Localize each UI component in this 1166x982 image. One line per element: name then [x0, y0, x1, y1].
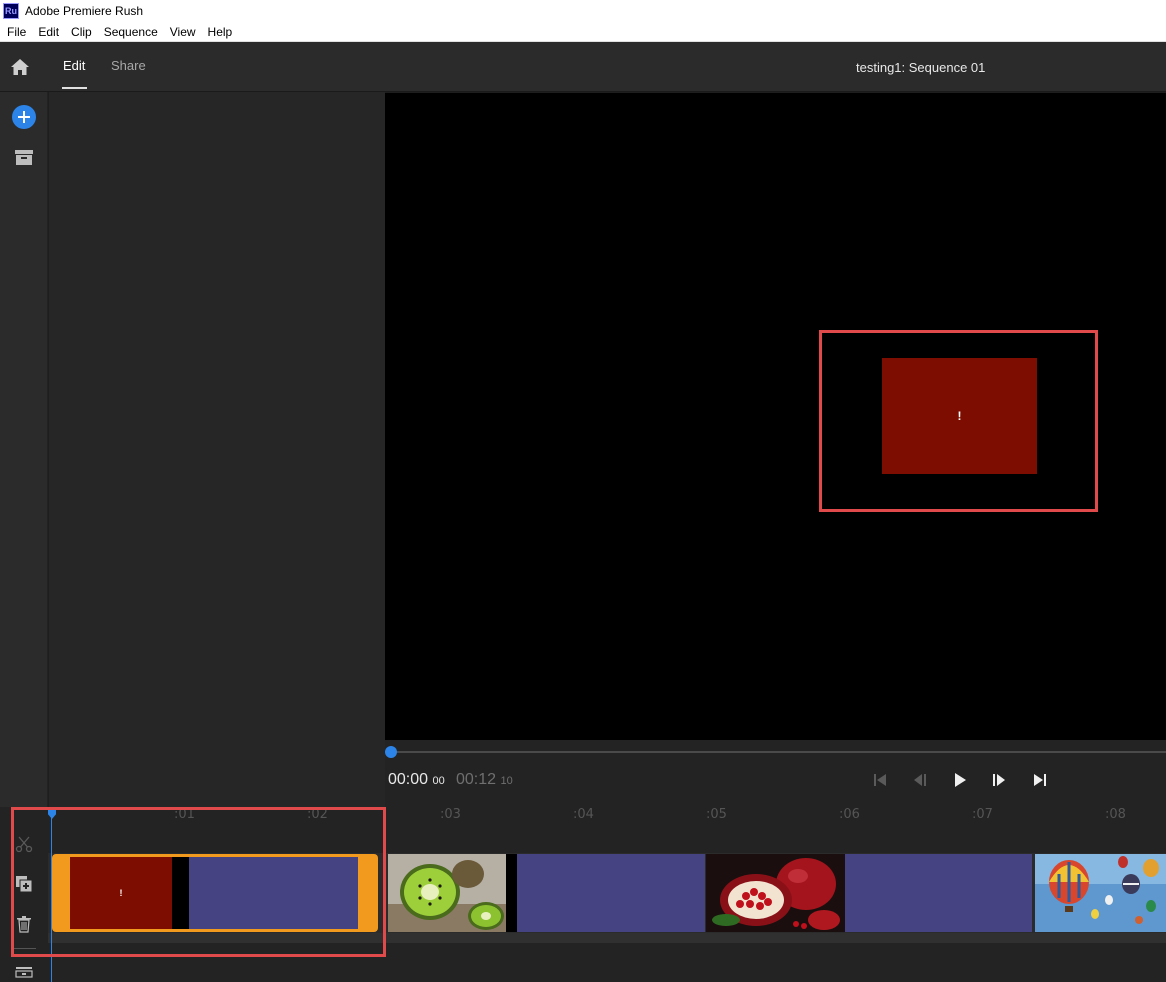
sequence-title: testing1: Sequence 01: [856, 60, 986, 75]
go-to-start-button[interactable]: [870, 771, 890, 789]
total-duration: 00:12 10: [456, 771, 513, 789]
tab-edit[interactable]: Edit: [63, 58, 85, 73]
menu-bar: File Edit Clip Sequence View Help: [0, 22, 1166, 42]
step-back-icon: [914, 774, 926, 786]
ruler-tick: :05: [706, 807, 727, 822]
track-options-button[interactable]: [14, 962, 34, 982]
menu-edit[interactable]: Edit: [33, 25, 64, 39]
total-duration-frames: 10: [500, 775, 513, 787]
tab-share[interactable]: Share: [111, 58, 146, 73]
go-to-end-button[interactable]: [1030, 771, 1050, 789]
track-options-icon: [15, 967, 33, 978]
step-forward-button[interactable]: [989, 771, 1009, 789]
window-title: Adobe Premiere Rush: [25, 4, 144, 18]
home-button[interactable]: [9, 57, 31, 77]
total-duration-value: 00:12: [456, 771, 497, 788]
timeline-clip-pomegranate[interactable]: [706, 854, 1032, 932]
step-forward-icon: [993, 774, 1005, 786]
menu-clip[interactable]: Clip: [66, 25, 97, 39]
pomegranate-thumbnail: [706, 854, 845, 932]
projects-button[interactable]: [14, 149, 34, 167]
menu-file[interactable]: File: [2, 25, 31, 39]
program-monitor[interactable]: !: [385, 93, 1166, 740]
current-timecode-frames: 00: [432, 775, 445, 787]
transport-bar: 00:00 00 00:12 10: [385, 740, 1166, 807]
ruler-tick: :04: [573, 807, 594, 822]
skip-to-start-icon: [874, 774, 886, 786]
highlight-box-timeline: [11, 807, 386, 957]
home-icon: [11, 59, 29, 75]
current-timecode: 00:00 00: [388, 771, 445, 789]
ruler-tick: :07: [972, 807, 993, 822]
add-media-button[interactable]: [12, 105, 36, 129]
kiwi-thumbnail: [388, 854, 506, 932]
current-timecode-value: 00:00: [388, 771, 429, 788]
premiere-rush-window: Ru Adobe Premiere Rush File Edit Clip Se…: [0, 0, 1166, 982]
menu-view[interactable]: View: [165, 25, 201, 39]
ruler-tick: :08: [1105, 807, 1126, 822]
archive-icon: [15, 150, 33, 165]
timeline: :01 :02 :03 :04 :05 :06 :07 :08 !: [0, 807, 1166, 982]
title-bar: Ru Adobe Premiere Rush: [0, 0, 1166, 22]
scrubber-track[interactable]: [391, 751, 1166, 753]
timeline-clip-balloons[interactable]: [1035, 854, 1166, 932]
left-toolbar: [0, 92, 48, 807]
step-back-button[interactable]: [910, 771, 930, 789]
menu-help[interactable]: Help: [203, 25, 238, 39]
active-tab-indicator: [62, 87, 87, 89]
app-header: Edit Share testing1: Sequence 01: [0, 42, 1166, 92]
balloons-thumbnail: [1035, 854, 1166, 932]
ruler-tick: :03: [440, 807, 461, 822]
skip-to-end-icon: [1034, 774, 1046, 786]
play-icon: [955, 773, 966, 787]
ruler-tick: :06: [839, 807, 860, 822]
app-logo-icon: Ru: [3, 3, 19, 19]
play-button[interactable]: [950, 771, 970, 789]
highlight-box-preview: [819, 330, 1098, 512]
clip-gap: [506, 854, 517, 932]
menu-sequence[interactable]: Sequence: [99, 25, 163, 39]
media-panel: [49, 92, 385, 807]
plus-icon: [18, 111, 30, 123]
scrubber-handle[interactable]: [385, 746, 397, 758]
timeline-clip-kiwi[interactable]: [388, 854, 705, 932]
